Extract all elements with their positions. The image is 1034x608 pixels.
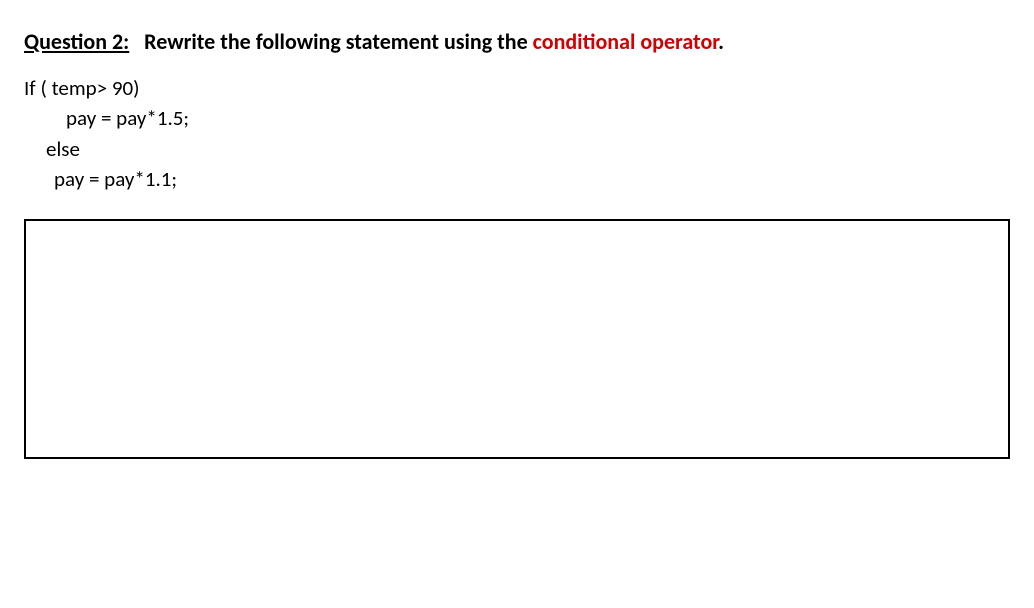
code-block: If ( temp> 90) pay = pay*1.5; else pay =… <box>24 73 1010 195</box>
prompt-highlight: conditional operator <box>533 28 719 55</box>
code-line: pay = pay*1.5; <box>24 103 1010 133</box>
code-line: else <box>24 134 1010 164</box>
prompt-text-part1: Rewrite the following statement using th… <box>144 28 532 55</box>
prompt-text-part2: . <box>718 28 724 55</box>
code-line: If ( temp> 90) <box>24 73 1010 103</box>
question-heading: Question 2: Rewrite the following statem… <box>24 28 1010 55</box>
question-label: Question 2: <box>24 28 129 55</box>
answer-box <box>24 219 1010 459</box>
code-line: pay = pay*1.1; <box>24 164 1010 194</box>
